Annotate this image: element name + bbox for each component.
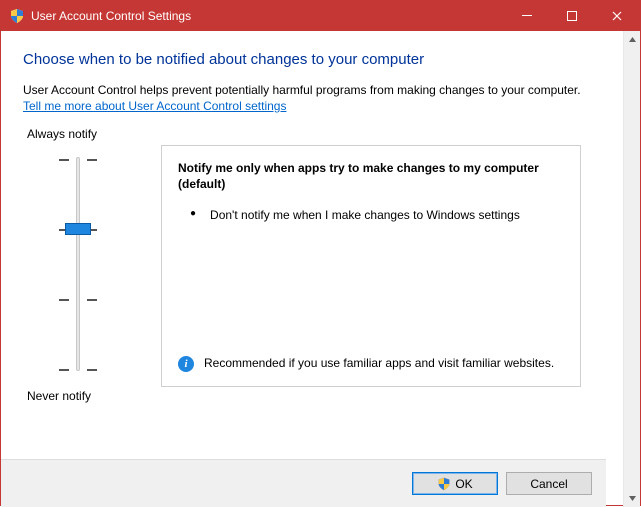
slider-tick (87, 159, 97, 161)
content: Choose when to be notified about changes… (1, 31, 623, 507)
slider-column: Always notify Never notify (23, 127, 143, 403)
description-bullet: ● Don't notify me when I make changes to… (178, 207, 564, 223)
description-title: Notify me only when apps try to make cha… (178, 160, 564, 192)
slider-tick (59, 369, 69, 371)
close-button[interactable] (594, 1, 640, 31)
body-row: Always notify Never notify Notify (23, 127, 601, 403)
slider-thumb[interactable] (65, 223, 91, 235)
maximize-button[interactable] (549, 1, 594, 31)
slider-tick (59, 159, 69, 161)
notification-slider[interactable] (27, 149, 143, 379)
shield-icon (9, 8, 25, 24)
shield-icon (437, 477, 451, 491)
slider-track (76, 157, 80, 371)
slider-tick (59, 299, 69, 301)
vertical-scrollbar[interactable] (623, 31, 640, 507)
slider-tick (87, 369, 97, 371)
intro-text: User Account Control helps prevent poten… (23, 82, 601, 98)
slider-bottom-label: Never notify (23, 389, 143, 403)
info-icon: i (178, 356, 194, 372)
bullet-text: Don't notify me when I make changes to W… (210, 207, 520, 223)
slider-top-label: Always notify (23, 127, 143, 141)
page-heading: Choose when to be notified about changes… (23, 51, 601, 68)
titlebar: User Account Control Settings (1, 1, 640, 31)
footer: OK Cancel (1, 459, 606, 507)
slider-tick (87, 299, 97, 301)
bullet-icon: ● (190, 207, 196, 223)
description-panel: Notify me only when apps try to make cha… (161, 145, 581, 387)
recommendation-text: Recommended if you use familiar apps and… (204, 355, 554, 371)
cancel-button[interactable]: Cancel (506, 472, 592, 495)
scroll-up-arrow-icon[interactable] (624, 31, 641, 48)
minimize-button[interactable] (504, 1, 549, 31)
window-title: User Account Control Settings (31, 9, 191, 23)
ok-button[interactable]: OK (412, 472, 498, 495)
recommendation-row: i Recommended if you use familiar apps a… (178, 355, 564, 372)
help-link[interactable]: Tell me more about User Account Control … (23, 99, 286, 113)
cancel-label: Cancel (530, 477, 567, 491)
ok-label: OK (455, 477, 472, 491)
client-area: Choose when to be notified about changes… (1, 31, 640, 507)
scroll-down-arrow-icon[interactable] (624, 490, 641, 507)
